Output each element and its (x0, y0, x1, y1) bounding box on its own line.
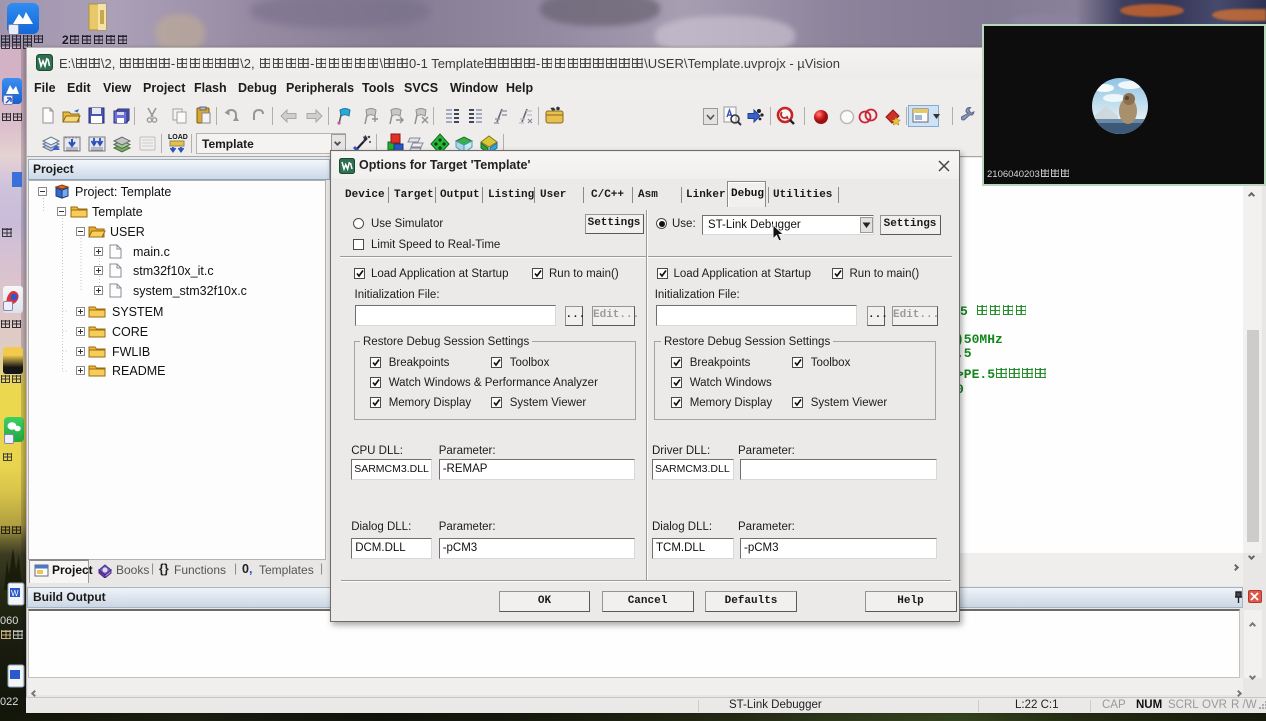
svg-text:LOAD: LOAD (168, 134, 188, 141)
svg-text:W: W (11, 589, 19, 598)
